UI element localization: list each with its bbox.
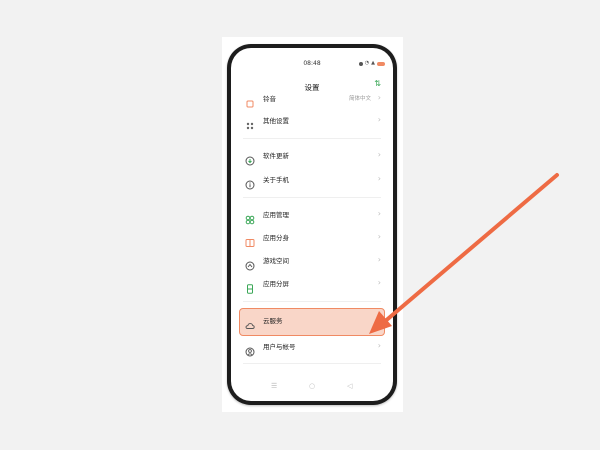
- section-divider: [243, 301, 381, 302]
- settings-item-game-space[interactable]: 游戏空间 ›: [231, 250, 393, 272]
- chevron-right-icon: ›: [377, 255, 381, 264]
- info-icon: [245, 175, 255, 190]
- settings-item-label: 应用分身: [263, 234, 289, 242]
- settings-item-account[interactable]: 用户与帐号 ›: [231, 336, 393, 358]
- settings-item-app-clone[interactable]: 应用分身 ›: [231, 227, 393, 249]
- settings-item-label: 应用分屏: [263, 280, 289, 288]
- settings-item-cloud[interactable]: 云服务 ›: [231, 310, 393, 332]
- back-icon[interactable]: ◁: [347, 381, 352, 391]
- settings-item-label: 用户与帐号: [263, 343, 296, 351]
- signal-icon: ▲: [371, 60, 375, 66]
- wifi-icon: ◔: [364, 60, 370, 66]
- pointer-arrow-shaft: [381, 173, 559, 325]
- chevron-right-icon: ›: [377, 150, 381, 159]
- chevron-right-icon: ›: [377, 93, 381, 102]
- settings-item-label: 铃音: [263, 95, 276, 103]
- settings-item-sound[interactable]: 铃音 简体中文 ›: [231, 88, 393, 110]
- chevron-right-icon: ›: [377, 278, 381, 287]
- sort-arrows-icon[interactable]: ⇅: [374, 80, 381, 88]
- more-settings-icon: [245, 116, 255, 130]
- menu-icon[interactable]: ☰: [271, 381, 277, 391]
- settings-item-app-manage[interactable]: 应用管理 ›: [231, 204, 393, 226]
- chevron-right-icon: ›: [377, 315, 381, 324]
- section-divider: [243, 197, 381, 198]
- settings-item-label: 云服务: [263, 317, 283, 325]
- status-icons: ◔ ▲: [358, 60, 385, 66]
- update-icon: [245, 151, 255, 166]
- bell-icon: [245, 94, 255, 108]
- chevron-right-icon: ›: [377, 209, 381, 218]
- split-screen-icon: [245, 279, 255, 294]
- settings-item-value: 简体中文: [348, 96, 371, 102]
- clone-icon: [245, 233, 255, 247]
- settings-item-other[interactable]: 其他设置 ›: [231, 110, 393, 132]
- chevron-right-icon: ›: [377, 174, 381, 183]
- home-icon[interactable]: ○: [309, 381, 315, 391]
- phone-frame: 08:48 ◔ ▲ 设置 ⇅ 铃音 简体中文 › 其他设置 › 软件更新 › 关…: [227, 44, 397, 405]
- battery-icon: [377, 61, 385, 66]
- section-divider: [243, 138, 381, 139]
- game-icon: [245, 256, 255, 271]
- settings-item-label: 其他设置: [263, 117, 289, 125]
- phone-screen: 08:48 ◔ ▲ 设置 ⇅ 铃音 简体中文 › 其他设置 › 软件更新 › 关…: [231, 48, 393, 401]
- status-bar: 08:48 ◔ ▲: [231, 60, 393, 70]
- settings-item-about[interactable]: 关于手机 ›: [231, 169, 393, 191]
- apps-grid-icon: [245, 210, 255, 225]
- chevron-right-icon: ›: [377, 232, 381, 241]
- do-not-disturb-icon: [358, 61, 363, 66]
- settings-item-split-screen[interactable]: 应用分屏 ›: [231, 273, 393, 295]
- settings-item-label: 应用管理: [263, 211, 289, 219]
- chevron-right-icon: ›: [377, 115, 381, 124]
- settings-item-label: 关于手机: [263, 176, 289, 184]
- section-divider: [243, 363, 381, 364]
- settings-item-label: 游戏空间: [263, 257, 289, 265]
- chevron-right-icon: ›: [377, 341, 381, 350]
- cloud-icon: [245, 316, 255, 329]
- navigation-bar: ☰ ○ ◁: [231, 381, 393, 391]
- settings-item-update[interactable]: 软件更新 ›: [231, 145, 393, 167]
- user-icon: [245, 342, 255, 357]
- settings-item-label: 软件更新: [263, 152, 289, 160]
